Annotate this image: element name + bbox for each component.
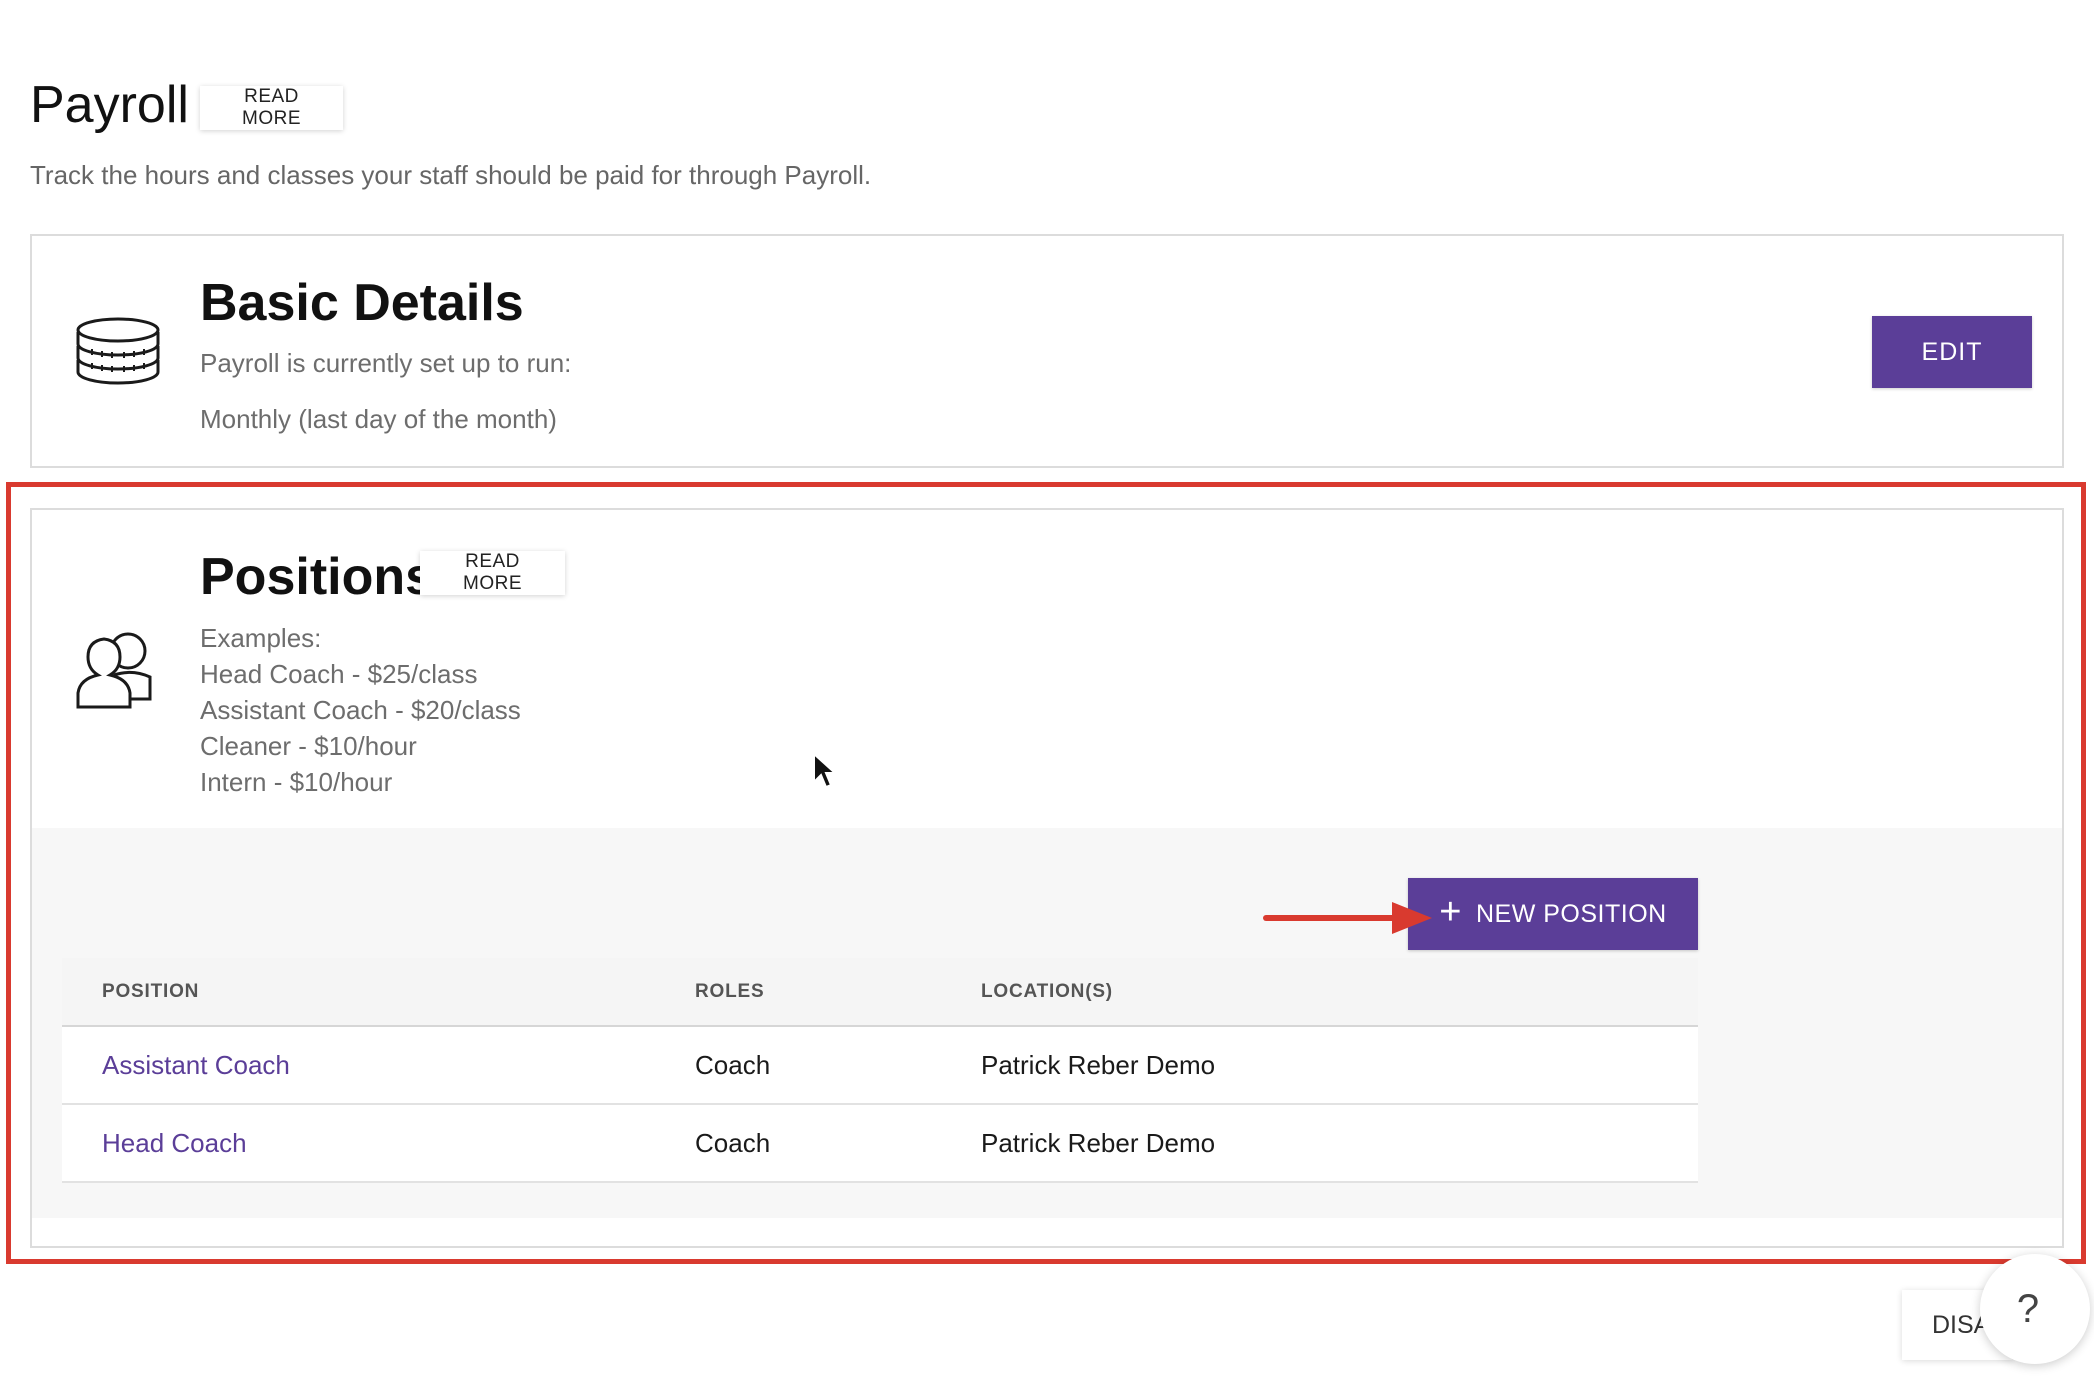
position-link[interactable]: Head Coach	[62, 1104, 655, 1183]
new-position-button[interactable]: + NEW POSITION	[1408, 878, 1698, 950]
annotation-arrow-icon	[1263, 902, 1432, 934]
page-title: Payroll	[30, 76, 189, 134]
role-cell: Coach	[655, 1026, 941, 1105]
basic-details-card: Basic Details Payroll is currently set u…	[30, 234, 2064, 468]
positions-table-area: + NEW POSITION POSITION ROLES LOCATION(S…	[32, 828, 2062, 1218]
positions-read-more-button[interactable]: READ MORE	[420, 551, 565, 595]
location-cell: Patrick Reber Demo	[941, 1104, 1698, 1183]
help-button[interactable]: ?	[1980, 1254, 2090, 1364]
example-item: Cleaner - $10/hour	[200, 731, 417, 761]
positions-examples: Examples: Head Coach - $25/class Assista…	[200, 620, 521, 800]
page-subtitle: Track the hours and classes your staff s…	[30, 160, 872, 190]
column-header-roles[interactable]: ROLES	[655, 958, 941, 1027]
new-position-label: NEW POSITION	[1475, 899, 1667, 928]
coins-stack-icon	[76, 317, 160, 385]
example-item: Head Coach - $25/class	[200, 659, 478, 689]
role-cell: Coach	[655, 1104, 941, 1183]
positions-card: Positions Examples: Head Coach - $25/cla…	[30, 508, 2064, 1248]
read-more-button[interactable]: READ MORE	[200, 86, 343, 130]
table-row: Assistant Coach Coach Patrick Reber Demo	[62, 1026, 1698, 1105]
edit-button[interactable]: EDIT	[1872, 316, 2032, 388]
examples-heading: Examples:	[200, 623, 322, 653]
payroll-schedule-value: Monthly (last day of the month)	[200, 404, 557, 434]
example-item: Assistant Coach - $20/class	[200, 695, 521, 725]
location-cell: Patrick Reber Demo	[941, 1026, 1698, 1105]
plus-icon: +	[1439, 891, 1462, 933]
example-item: Intern - $10/hour	[200, 767, 393, 797]
column-header-locations[interactable]: LOCATION(S)	[941, 958, 1698, 1027]
position-link[interactable]: Assistant Coach	[62, 1026, 655, 1105]
people-icon	[76, 632, 152, 709]
positions-title: Positions	[200, 548, 435, 606]
table-header-row: POSITION ROLES LOCATION(S)	[62, 958, 1698, 1027]
mouse-cursor-icon	[813, 752, 836, 789]
positions-table: POSITION ROLES LOCATION(S) Assistant Coa…	[62, 958, 1698, 1183]
basic-details-title: Basic Details	[200, 274, 524, 332]
table-row: Head Coach Coach Patrick Reber Demo	[62, 1104, 1698, 1183]
payroll-schedule-label: Payroll is currently set up to run:	[200, 348, 572, 378]
column-header-position[interactable]: POSITION	[62, 958, 655, 1027]
